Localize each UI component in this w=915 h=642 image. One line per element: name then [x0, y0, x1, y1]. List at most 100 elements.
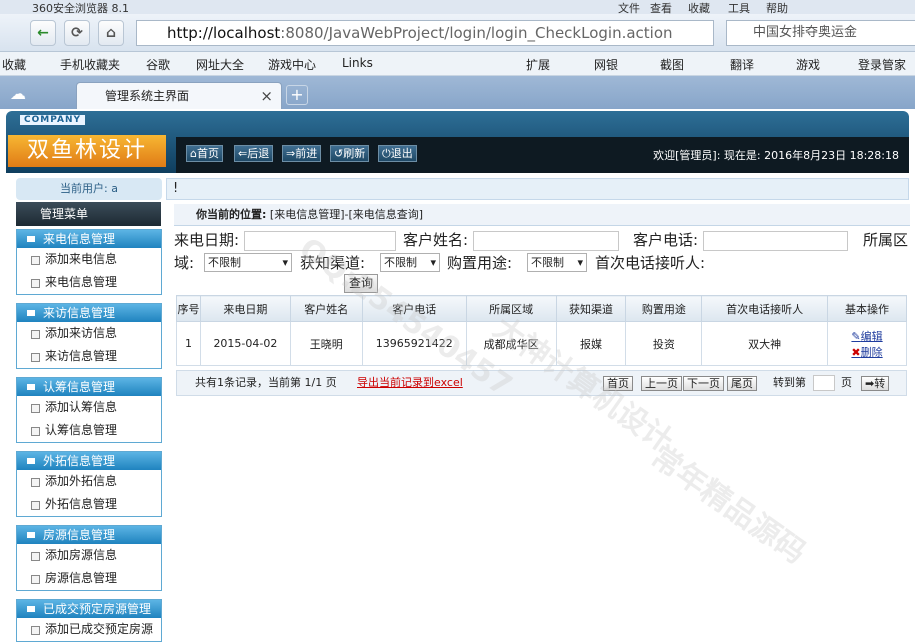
- tool-bank[interactable]: 网银: [594, 56, 618, 73]
- sidebar-item-add-outreach[interactable]: 添加外拓信息: [17, 470, 161, 493]
- region-select[interactable]: 不限制: [204, 253, 292, 272]
- menu-group-subscriptions: 认筹信息管理 添加认筹信息 认筹信息管理: [16, 377, 162, 443]
- region-label-cont: 域:: [174, 254, 195, 272]
- forward-button[interactable]: ⇒前进: [282, 145, 322, 162]
- search-text: 中国女排夺奥运金: [753, 25, 858, 40]
- menu-group-sold: 已成交预定房源管理 添加已成交预定房源: [16, 599, 162, 642]
- app-toolbar: ⌂首页 ⇐后退 ⇒前进 ↺刷新 ⏻退出 欢迎[管理员]: 现在是: 2016年8…: [176, 137, 909, 173]
- prev-page-button[interactable]: 上一页: [641, 376, 682, 391]
- sidebar-item-add-subscription[interactable]: 添加认筹信息: [17, 396, 161, 419]
- col-header: 序号: [176, 295, 201, 322]
- search-input[interactable]: 中国女排夺奥运金: [726, 20, 915, 46]
- tool-login[interactable]: 登录管家: [858, 56, 906, 73]
- sidebar-title: 管理菜单: [16, 202, 161, 226]
- phone-input[interactable]: [703, 231, 848, 251]
- purpose-label: 购置用途:: [447, 254, 513, 272]
- tab-main-page[interactable]: 管理系统主界面 ×: [76, 82, 282, 109]
- app-header: COMPANY 双鱼林设计 ⌂首页 ⇐后退 ⇒前进 ↺刷新 ⏻退出 欢迎[管理员…: [6, 111, 909, 173]
- sidebar-item-add-housing[interactable]: 添加房源信息: [17, 544, 161, 567]
- tool-extensions[interactable]: 扩展: [526, 56, 550, 73]
- tool-games[interactable]: 游戏: [796, 56, 820, 73]
- page-suffix: 页: [841, 376, 852, 389]
- edit-link[interactable]: ✎编辑: [828, 328, 906, 344]
- first-page-button[interactable]: 首页: [603, 376, 633, 391]
- sidebar-item-manage-visits[interactable]: 来访信息管理: [17, 345, 161, 368]
- col-header: 客户姓名: [289, 295, 363, 322]
- export-excel-link[interactable]: 导出当前记录到excel: [357, 371, 463, 395]
- fav-games[interactable]: 游戏中心: [268, 56, 316, 73]
- sidebar-item-manage-calls[interactable]: 来电信息管理: [17, 271, 161, 294]
- welcome-text: 欢迎[管理员]: 现在是: 2016年8月23日 18:28:18: [653, 149, 899, 162]
- sidebar-item-manage-outreach[interactable]: 外拓信息管理: [17, 493, 161, 516]
- new-tab-button[interactable]: +: [286, 85, 308, 105]
- position-label: 你当前的位置:: [196, 208, 267, 221]
- cell: 13965921422: [361, 321, 467, 366]
- menu-group-title[interactable]: 来电信息管理: [17, 230, 161, 248]
- table-header-row: 序号 来电日期 客户姓名 客户电话 所属区域 获知渠道 购置用途 首次电话接听人…: [176, 295, 907, 322]
- cloud-icon[interactable]: ☁: [10, 84, 26, 103]
- home-button[interactable]: ⌂首页: [186, 145, 223, 162]
- address-bar[interactable]: http://localhost:8080/JavaWebProject/log…: [136, 20, 714, 46]
- browser-title-bar: 360安全浏览器 8.1 文件 查看 收藏 工具 帮助: [0, 0, 915, 15]
- channel-select[interactable]: 不限制: [380, 253, 440, 272]
- tab-title: 管理系统主界面: [105, 89, 190, 103]
- goto-label: 转到第: [773, 376, 806, 389]
- fav-collect[interactable]: 收藏: [2, 56, 26, 73]
- reload-icon[interactable]: ⟳: [64, 20, 90, 46]
- next-page-button[interactable]: 下一页: [683, 376, 724, 391]
- phone-label: 客户电话:: [633, 231, 699, 249]
- purpose-select[interactable]: 不限制: [527, 253, 587, 272]
- position-path: [来电信息管理]-[来电信息查询]: [269, 208, 424, 221]
- delete-link[interactable]: ✖删除: [828, 344, 906, 360]
- cell: 1: [176, 321, 201, 366]
- edit-icon: ✎: [851, 329, 861, 343]
- cell: 报媒: [555, 321, 627, 366]
- menu-group-title[interactable]: 房源信息管理: [17, 526, 161, 544]
- sidebar-item-manage-subscriptions[interactable]: 认筹信息管理: [17, 419, 161, 442]
- sidebar-item-add-sold[interactable]: 添加已成交预定房源: [17, 618, 161, 641]
- url-host: http://localhost: [167, 24, 281, 42]
- receiver-input[interactable]: [174, 275, 339, 295]
- back-arrow-icon[interactable]: ←: [30, 20, 56, 46]
- logout-button[interactable]: ⏻退出: [378, 145, 417, 162]
- main-content: 你当前的位置: [来电信息管理]-[来电信息查询] 来电日期: 客户姓名: 客户…: [166, 200, 915, 640]
- fav-links[interactable]: Links: [342, 56, 373, 70]
- menu-group-calls: 来电信息管理 添加来电信息 来电信息管理: [16, 229, 162, 295]
- fav-sites[interactable]: 网址大全: [196, 56, 244, 73]
- date-input[interactable]: [244, 231, 396, 251]
- menu-group-title[interactable]: 外拓信息管理: [17, 452, 161, 470]
- logo: 双鱼林设计: [8, 135, 166, 167]
- col-header: 来电日期: [199, 295, 291, 322]
- fav-mobile[interactable]: 手机收藏夹: [60, 56, 120, 73]
- col-header: 首次电话接听人: [701, 295, 829, 322]
- page-number-input[interactable]: [813, 375, 835, 391]
- query-button[interactable]: 查询: [344, 274, 379, 293]
- name-input[interactable]: [473, 231, 619, 251]
- last-page-button[interactable]: 尾页: [727, 376, 757, 391]
- menu-group-outreach: 外拓信息管理 添加外拓信息 外拓信息管理: [16, 451, 162, 517]
- menu-group-title[interactable]: 来访信息管理: [17, 304, 161, 322]
- operations-cell: ✎编辑 ✖删除: [827, 321, 907, 366]
- menu-group-title[interactable]: 认筹信息管理: [17, 378, 161, 396]
- back-button[interactable]: ⇐后退: [234, 145, 274, 162]
- pager-info: 共有1条记录，当前第 1/1 页: [195, 376, 337, 389]
- channel-label: 获知渠道:: [300, 254, 366, 272]
- tool-screenshot[interactable]: 截图: [660, 56, 684, 73]
- date-label: 来电日期:: [174, 231, 240, 249]
- results-table: 序号 来电日期 客户姓名 客户电话 所属区域 获知渠道 购置用途 首次电话接听人…: [176, 295, 907, 366]
- tool-translate[interactable]: 翻译: [730, 56, 754, 73]
- home-icon[interactable]: ⌂: [98, 20, 124, 46]
- favorites-bar: 收藏 手机收藏夹 谷歌 网址大全 游戏中心 Links 扩展 网银 截图 翻译 …: [0, 52, 915, 76]
- menu-group-visits: 来访信息管理 添加来访信息 来访信息管理: [16, 303, 162, 369]
- menu-group-title[interactable]: 已成交预定房源管理: [17, 600, 161, 618]
- browser-nav-bar: ← ⟳ ⌂ http://localhost:8080/JavaWebProje…: [0, 14, 915, 52]
- col-header: 购置用途: [625, 295, 703, 322]
- sidebar-item-manage-housing[interactable]: 房源信息管理: [17, 567, 161, 590]
- fav-google[interactable]: 谷歌: [146, 56, 170, 73]
- refresh-button[interactable]: ↺刷新: [330, 145, 370, 162]
- sidebar-item-add-call[interactable]: 添加来电信息: [17, 248, 161, 271]
- sidebar-item-add-visit[interactable]: 添加来访信息: [17, 322, 161, 345]
- tab-close-icon[interactable]: ×: [260, 83, 273, 109]
- receiver-label: 首次电话接听人:: [595, 254, 706, 272]
- go-button[interactable]: ➡转: [861, 376, 890, 391]
